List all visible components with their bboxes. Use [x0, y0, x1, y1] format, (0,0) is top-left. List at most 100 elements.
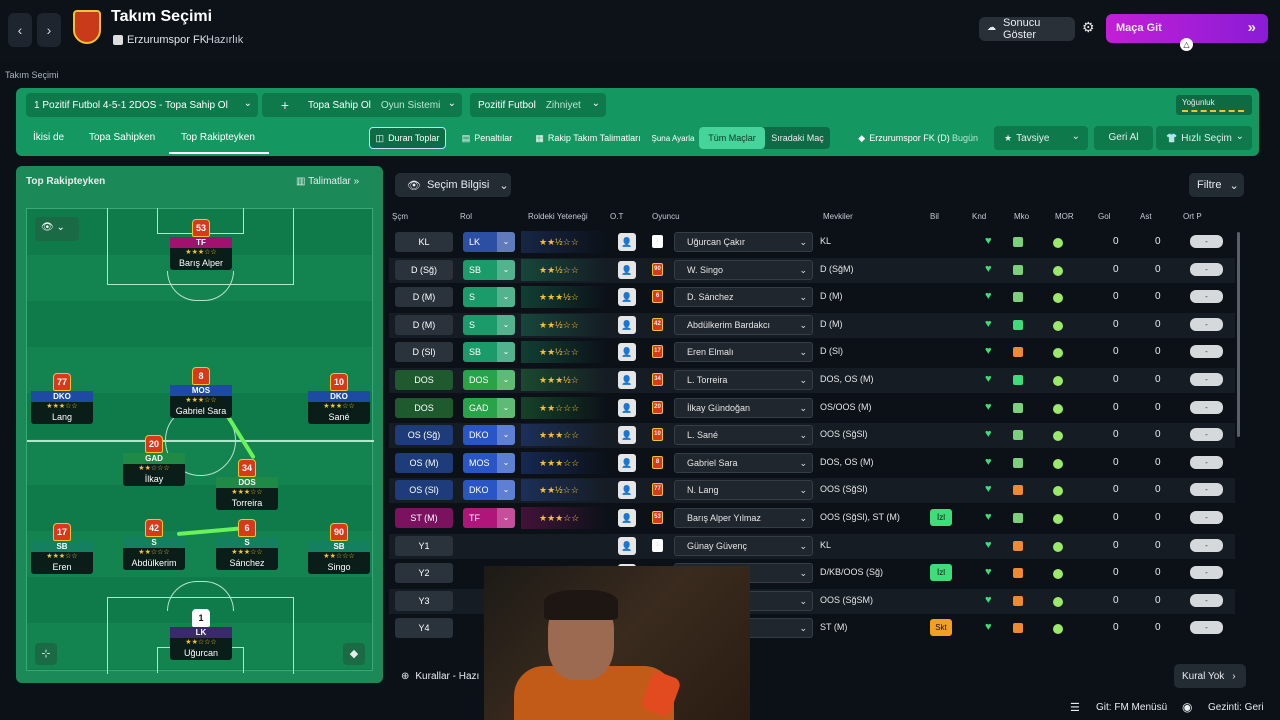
person-icon[interactable]: 👤 — [618, 343, 636, 362]
selection-cell[interactable]: D (Sl) — [395, 342, 453, 363]
person-icon[interactable]: 👤 — [618, 315, 636, 334]
person-icon[interactable]: 👤 — [618, 426, 636, 445]
pitch-player[interactable]: 77 DKO ★★★☆☆ Lang — [31, 373, 93, 424]
person-icon[interactable]: 👤 — [618, 233, 636, 251]
col-header-morale[interactable]: MOR — [1055, 212, 1074, 221]
selection-cell[interactable]: Y4 — [395, 618, 453, 639]
person-icon[interactable]: 👤 — [618, 536, 636, 555]
table-scrollbar[interactable] — [1237, 232, 1240, 437]
quick-pick-button[interactable]: 👕 Hızlı Seçim ⌄ — [1156, 126, 1252, 150]
pitch-player[interactable]: 1 LK ★★☆☆☆ Uğurcan — [170, 609, 232, 660]
role-select[interactable]: SB ⌄ — [463, 342, 515, 363]
col-header-role-ability[interactable]: Roldeki Yeteneği — [528, 212, 588, 221]
tab-in-possession[interactable]: Topa Sahipken — [89, 132, 155, 143]
table-row[interactable]: OS (M) MOS ⌄ ★★★☆☆ 👤 8 Gabriel Sara ⌄ DOS, OS (M… — [389, 451, 1235, 476]
pitch-player[interactable]: 8 MOS ★★★☆☆ Gabriel Sara — [170, 367, 232, 418]
person-icon[interactable]: 👤 — [618, 398, 636, 417]
club-name[interactable]: Erzurumspor FK — [127, 34, 207, 46]
table-row[interactable]: ST (M) TF ⌄ ★★★☆☆ 👤 53 Barış Alper Yılmaz ⌄ OOS … — [389, 506, 1235, 531]
table-row[interactable]: Y1 👤 1 Günay Güvenç ⌄ KL ♥ 0 0 - — [389, 533, 1235, 559]
filter-button[interactable]: Filtre ⌄ — [1189, 173, 1244, 197]
player-select[interactable]: Uğurcan Çakır ⌄ — [674, 232, 813, 252]
role-select[interactable]: DKO ⌄ — [463, 480, 515, 501]
set-pieces-button[interactable]: ◫ Duran Toplar — [369, 127, 446, 149]
selection-cell[interactable]: KL — [395, 232, 453, 252]
back-label[interactable]: Gezinti: Geri — [1208, 702, 1264, 713]
player-select[interactable]: Gabriel Sara ⌄ — [674, 452, 813, 473]
tab-out-of-possession[interactable]: Top Rakipteyken — [181, 132, 255, 143]
col-header-positions[interactable]: Mevkiler — [823, 212, 853, 221]
selection-cell[interactable]: DOS — [395, 370, 453, 390]
selection-cell[interactable]: OS (M) — [395, 452, 453, 473]
person-icon[interactable]: 👤 — [618, 288, 636, 307]
role-select[interactable]: LK ⌄ — [463, 232, 515, 252]
role-select[interactable]: SB ⌄ — [463, 259, 515, 280]
selection-cell[interactable]: D (Sğ) — [395, 259, 453, 280]
playing-system-select[interactable]: Topa Sahip Ol Oyun Sistemi ⌄ — [300, 93, 462, 117]
pitch[interactable]: 👁 ⌄ ⊹ ◆ 53 TF ★★★☆☆ Barış Alper 77 DKO ★… — [26, 208, 374, 674]
pitch-player[interactable]: 6 S ★★★☆☆ Sánchez — [216, 519, 278, 570]
person-icon[interactable]: 👤 — [618, 509, 636, 527]
table-row[interactable]: D (M) S ⌄ ★★½☆☆ 👤 42 Abdülkerim Bardakcı ⌄ D (M)… — [389, 312, 1235, 338]
opposition-instructions-button[interactable]: ▦ Rakip Takım Talimatları — [532, 127, 644, 149]
info-badge[interactable]: Skt — [930, 619, 952, 637]
back-arrow-icon[interactable]: ‹ — [8, 13, 32, 47]
pitch-player[interactable]: 17 SB ★★★☆☆ Eren — [31, 523, 93, 574]
col-header-match-fitness[interactable]: Mko — [1014, 212, 1029, 221]
table-row[interactable]: OS (Sl) DKO ⌄ ★★½☆☆ 👤 77 N. Lang ⌄ OOS (SğSl) ♥ 0 0… — [389, 478, 1235, 504]
col-header-selection[interactable]: Şçm — [392, 212, 408, 221]
mentality-select[interactable]: Pozitif Futbol Zihniyet ⌄ — [470, 93, 606, 117]
pitch-player[interactable]: 90 SB ★★☆☆☆ Singo — [308, 523, 370, 574]
selection-cell[interactable]: D (M) — [395, 287, 453, 308]
player-select[interactable]: L. Torreira ⌄ — [674, 370, 813, 390]
selection-cell[interactable]: DOS — [395, 397, 453, 418]
selection-cell[interactable]: Y3 — [395, 590, 453, 611]
next-match-option[interactable]: Sıradaki Maç — [765, 127, 830, 149]
pitch-player[interactable]: 42 S ★★☆☆☆ Abdülkerim — [123, 519, 185, 570]
col-header-ot[interactable]: O.T — [610, 212, 623, 221]
selection-info-button[interactable]: 👁 Seçim Bilgisi ⌄ — [395, 173, 511, 197]
instructions-button[interactable]: ▥ Talimatlar » — [296, 176, 359, 187]
table-row[interactable]: D (Sl) SB ⌄ ★★½☆☆ 👤 17 Eren Elmalı ⌄ D (Sl) ♥ 0 0 - — [389, 340, 1235, 365]
no-rule-button[interactable]: Kural Yok › — [1174, 664, 1246, 688]
selection-cell[interactable]: OS (Sğ) — [395, 425, 453, 446]
role-select[interactable]: DOS ⌄ — [463, 370, 515, 390]
pitch-player[interactable]: 34 DOS ★★★☆☆ Torreira — [216, 459, 278, 510]
all-matches-option[interactable]: Tüm Maçlar — [699, 127, 765, 149]
selection-cell[interactable]: Y1 — [395, 535, 453, 556]
col-header-role[interactable]: Rol — [460, 212, 472, 221]
player-select[interactable]: Abdülkerim Bardakcı ⌄ — [674, 314, 813, 335]
info-badge[interactable]: İzl — [930, 509, 952, 526]
pitch-player[interactable]: 10 DKO ★★★☆☆ Sané — [308, 373, 370, 424]
player-select[interactable]: Barış Alper Yılmaz ⌄ — [674, 508, 813, 528]
player-select[interactable]: İlkay Gündoğan ⌄ — [674, 397, 813, 418]
table-row[interactable]: DOS DOS ⌄ ★★★½☆ 👤 34 L. Torreira ⌄ DOS, OS (M) ♥ 0… — [389, 368, 1235, 393]
player-select[interactable]: L. Sané ⌄ — [674, 425, 813, 446]
col-header-goals[interactable]: Gol — [1098, 212, 1110, 221]
person-icon[interactable]: 👤 — [618, 371, 636, 389]
recommend-button[interactable]: ★ Tavsiye ⌄ — [994, 126, 1088, 150]
table-row[interactable]: D (Sğ) SB ⌄ ★★½☆☆ 👤 90 W. Singo ⌄ D (SğM) ♥ 0 0 - — [389, 257, 1235, 283]
table-row[interactable]: D (M) S ⌄ ★★★½☆ 👤 6 D. Sánchez ⌄ D (M) ♥ 0 0- — [389, 285, 1235, 310]
selection-cell[interactable]: D (M) — [395, 314, 453, 335]
player-select[interactable]: W. Singo ⌄ — [674, 259, 813, 280]
show-result-button[interactable]: ☁ Sonucu Göster — [979, 17, 1075, 41]
role-select[interactable]: DKO ⌄ — [463, 425, 515, 446]
table-row[interactable]: DOS GAD ⌄ ★★☆☆☆ 👤 20 İlkay Gündoğan ⌄ OS/OOS (M)… — [389, 396, 1235, 421]
col-header-info[interactable]: Bil — [930, 212, 939, 221]
table-row[interactable]: KL LK ⌄ ★★½☆☆ 👤 1 Uğurcan Çakır ⌄ KL ♥ 0 0 - — [389, 230, 1235, 255]
person-icon[interactable]: 👤 — [618, 260, 636, 279]
pitch-player[interactable]: 53 TF ★★★☆☆ Barış Alper — [170, 219, 232, 270]
formation-tool-icon[interactable]: ⊹ — [35, 643, 57, 665]
col-header-player[interactable]: Oyuncu — [652, 212, 680, 221]
col-header-avg-rating[interactable]: Ort P — [1183, 212, 1202, 221]
selection-cell[interactable]: ST (M) — [395, 508, 453, 528]
selection-cell[interactable]: OS (Sl) — [395, 480, 453, 501]
undo-button[interactable]: Geri Al — [1094, 126, 1153, 150]
col-header-condition[interactable]: Knd — [972, 212, 986, 221]
selection-cell[interactable]: Y2 — [395, 563, 453, 584]
role-select[interactable]: GAD ⌄ — [463, 397, 515, 418]
col-header-assists[interactable]: Ast — [1140, 212, 1152, 221]
person-icon[interactable]: 👤 — [618, 453, 636, 472]
pitch-player[interactable]: 20 GAD ★★☆☆☆ İlkay — [123, 435, 185, 486]
